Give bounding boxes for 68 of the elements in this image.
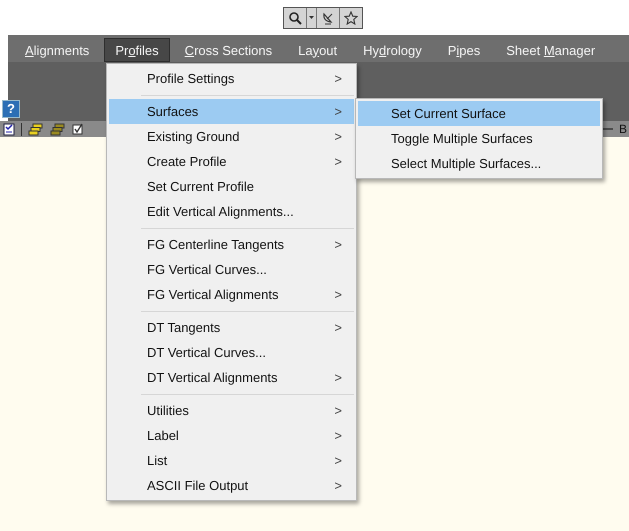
menu-item[interactable]: Existing Ground >	[109, 124, 354, 149]
checklist-icon[interactable]	[3, 122, 15, 136]
menu-item[interactable]: Surfaces >	[109, 99, 354, 124]
menu-item-label: ASCII File Output	[147, 478, 250, 493]
submenu-arrow: >	[334, 403, 342, 418]
favorites-button[interactable]	[340, 8, 362, 28]
menu-item-label: Label	[147, 428, 180, 443]
menu-item[interactable]: FG Centerline Tangents >	[109, 232, 354, 257]
submenu-arrow: >	[334, 237, 342, 252]
menu-item-label: List	[147, 453, 168, 468]
menu-item-label: Utilities	[147, 403, 190, 418]
menu-item[interactable]: Edit Vertical Alignments...	[109, 199, 354, 224]
menu-item[interactable]: Create Profile >	[109, 149, 354, 174]
menu-item[interactable]: Toggle Multiple Surfaces	[358, 126, 600, 151]
menu-item-label: Surfaces	[147, 104, 200, 119]
menu-item[interactable]: Profiles	[104, 38, 170, 62]
menu-item[interactable]: Hydrology	[352, 38, 433, 62]
menu-item[interactable]: DT Vertical Alignments >	[109, 365, 354, 390]
menu-item[interactable]: List >	[109, 448, 354, 473]
menu-item-label: DT Vertical Curves...	[147, 345, 267, 360]
menu-item[interactable]: ASCII File Output >	[109, 473, 354, 498]
menu-item[interactable]: Cross Sections	[174, 38, 284, 62]
menu-item[interactable]: Set Current Surface	[358, 101, 600, 126]
search-icon	[288, 10, 302, 24]
menu-item-label: Existing Ground	[147, 129, 240, 144]
menu-item[interactable]: Profile Settings >	[109, 66, 354, 91]
menu-item-label: DT Tangents	[147, 320, 222, 335]
menu-item[interactable]: Pipes	[436, 38, 492, 62]
menu-item-label: Create Profile	[147, 154, 228, 169]
toolbar-label: B	[618, 122, 627, 136]
submenu-arrow: >	[334, 287, 342, 302]
menu-item[interactable]: DT Vertical Curves...	[109, 340, 354, 365]
submenu-arrow: >	[334, 453, 342, 468]
submenu-arrow: >	[334, 129, 342, 144]
menu-item-label: Set Current Profile	[147, 179, 255, 194]
menu-item[interactable]: Label >	[109, 423, 354, 448]
menu-item-label: FG Vertical Curves...	[147, 262, 268, 277]
search-button[interactable]	[284, 8, 306, 28]
menu-item[interactable]: Alignments	[14, 38, 100, 62]
menu-item-label: Edit Vertical Alignments...	[147, 204, 295, 219]
menu-item-label: Profile Settings	[147, 71, 236, 86]
submenu-arrow: >	[334, 370, 342, 385]
checkbox-icon[interactable]	[72, 123, 84, 135]
menu-item[interactable]: DT Tangents >	[109, 315, 354, 340]
layers-icon[interactable]	[50, 122, 66, 136]
caret-icon	[308, 16, 314, 19]
help-icon[interactable]: ?	[2, 100, 20, 118]
submenu-arrow: >	[334, 71, 342, 86]
satellite-dish-icon	[320, 10, 334, 24]
submenu-arrow: >	[334, 104, 342, 119]
satellite-button[interactable]	[316, 8, 340, 28]
menu-item[interactable]: Select Multiple Surfaces...	[358, 151, 600, 176]
layers-icon[interactable]	[28, 122, 44, 136]
menu-item[interactable]: FG Vertical Curves...	[109, 257, 354, 282]
menu-item-label: FG Centerline Tangents	[147, 237, 286, 252]
submenu-arrow: >	[334, 428, 342, 443]
menu-item[interactable]: Utilities >	[109, 398, 354, 423]
menu-item[interactable]: Sheet Manager	[495, 38, 606, 62]
menu-item[interactable]: Set Current Profile	[109, 174, 354, 199]
menu-item-label: FG Vertical Alignments	[147, 287, 280, 302]
dropdown-button[interactable]	[306, 8, 316, 28]
submenu-arrow: >	[334, 320, 342, 335]
menu-item[interactable]: FG Vertical Alignments >	[109, 282, 354, 307]
star-icon	[344, 10, 358, 24]
menu-item[interactable]: Layout	[287, 38, 348, 62]
menu-item-label: DT Vertical Alignments	[147, 370, 279, 385]
submenu-arrow: >	[334, 154, 342, 169]
submenu-arrow: >	[334, 478, 342, 493]
